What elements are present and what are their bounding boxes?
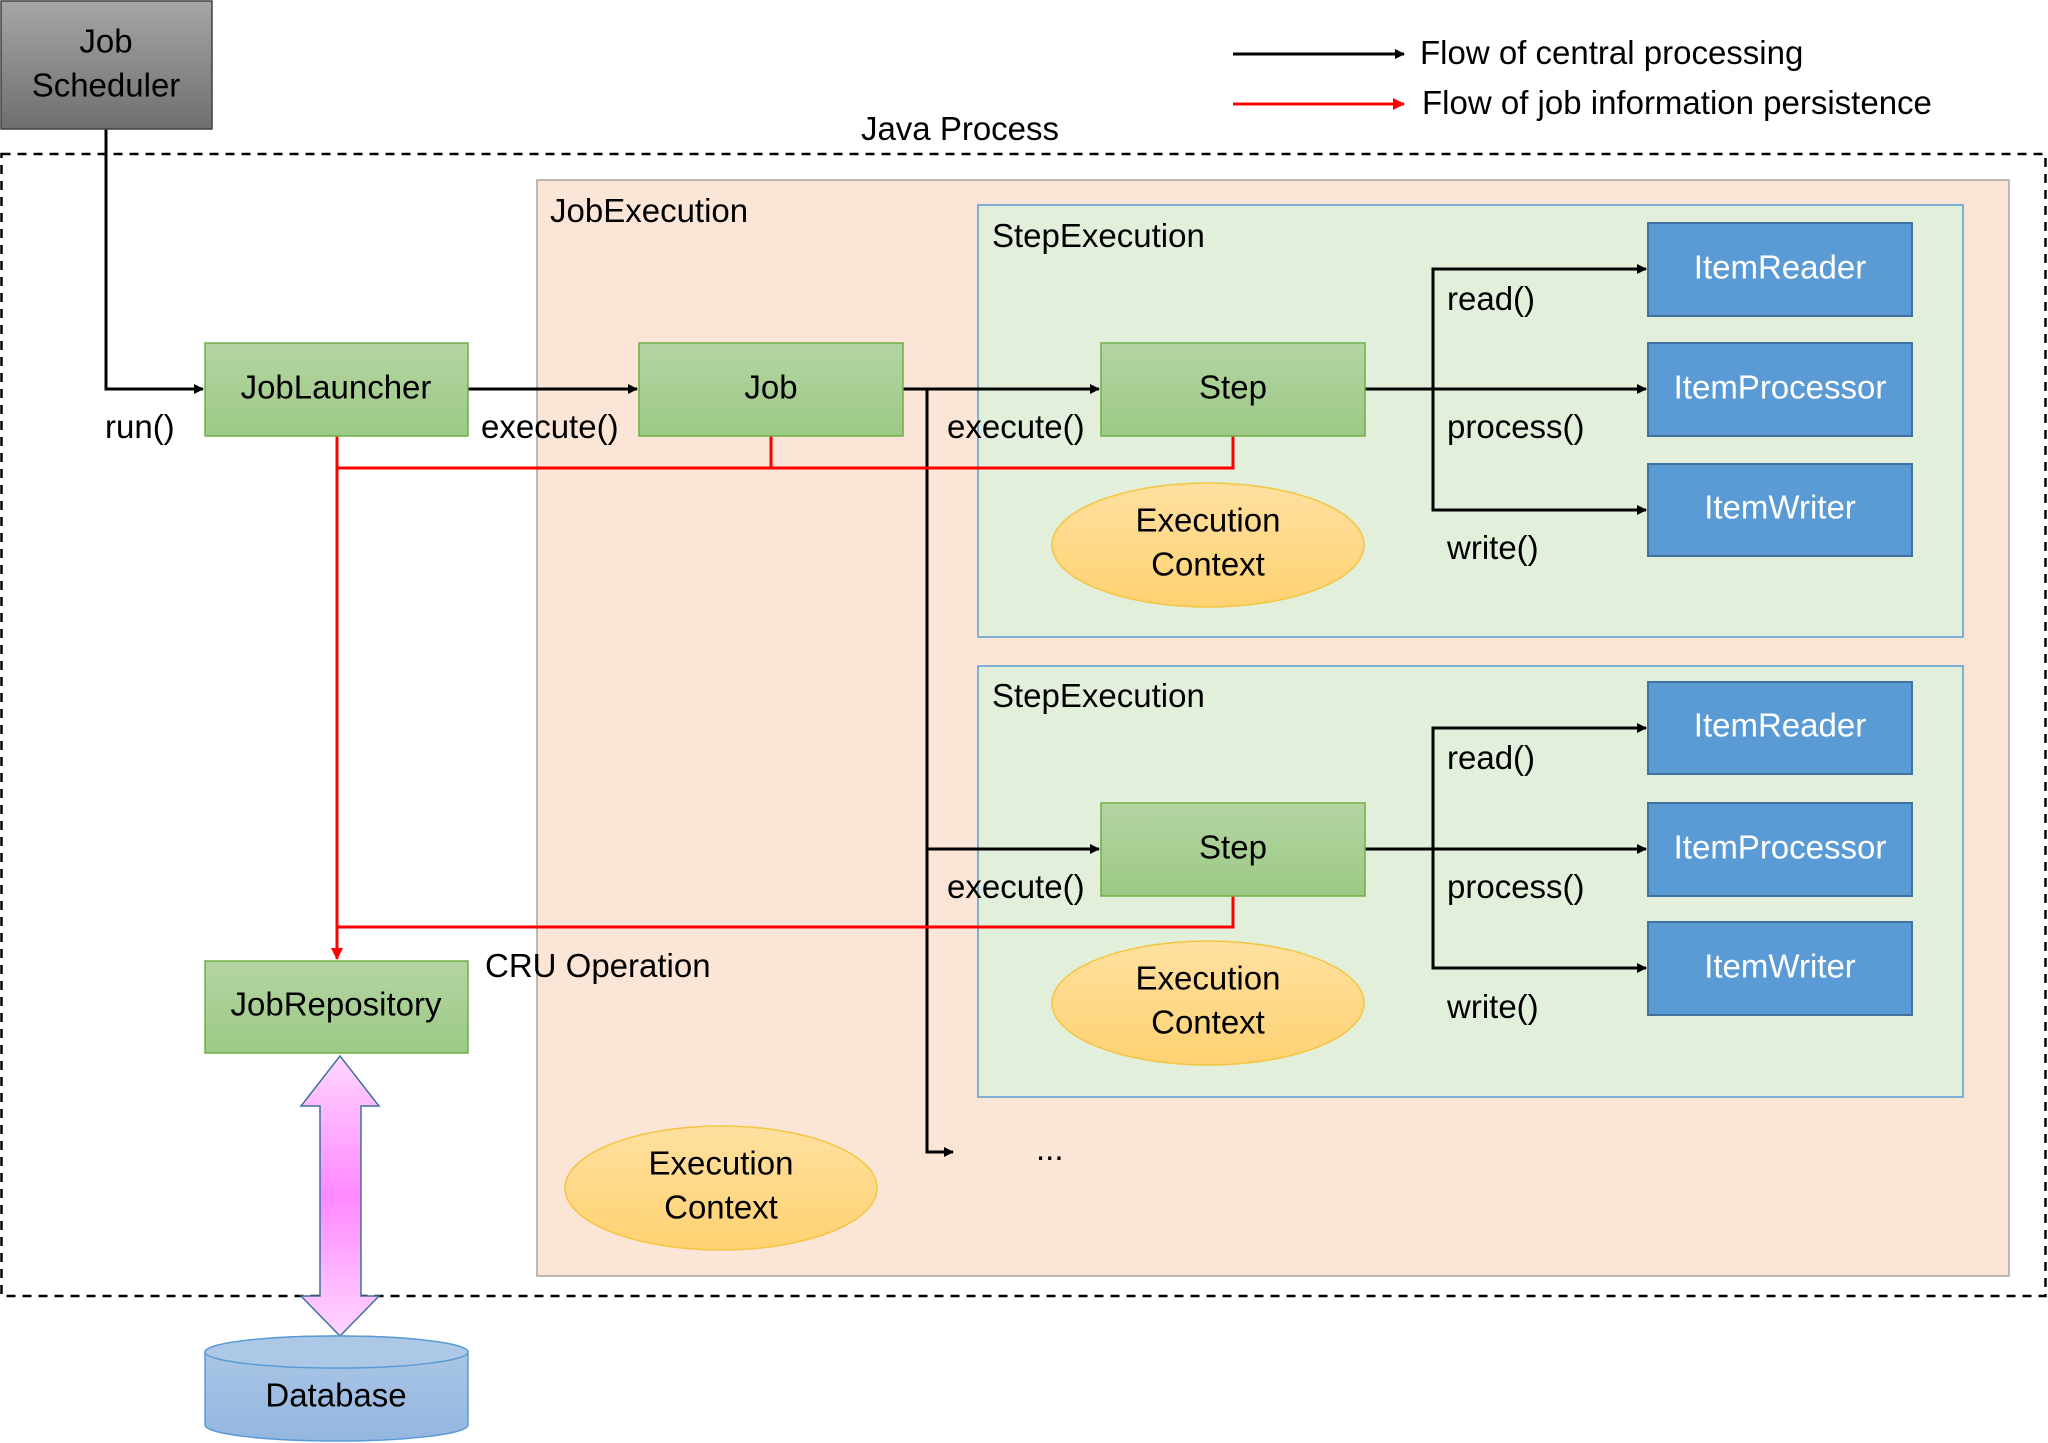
database-top: [204, 1335, 469, 1369]
job-repository: JobRepository: [204, 960, 469, 1054]
step-2-process-call-label: process(): [1447, 868, 1585, 905]
job-context-line1: Execution: [649, 1145, 794, 1182]
job-repository-label: JobRepository: [231, 986, 442, 1023]
step-1-item-reader-label: ItemReader: [1694, 249, 1866, 286]
step-1-item-processor: ItemProcessor: [1647, 342, 1913, 437]
database: Database: [204, 1335, 469, 1442]
step-2-execute-call-label: execute(): [947, 868, 1085, 905]
job-scheduler-line1: Job: [79, 23, 132, 60]
step-2-item-writer: ItemWriter: [1647, 921, 1913, 1016]
job-scheduler: Job Scheduler: [0, 0, 213, 130]
job-launcher-label: JobLauncher: [241, 369, 432, 406]
step-1: Step: [1100, 342, 1366, 437]
step-1-item-writer-label: ItemWriter: [1704, 489, 1856, 526]
step-2-label: Step: [1199, 829, 1267, 866]
legend-persistence-label: Flow of job information persistence: [1422, 84, 1932, 121]
step-2-execution-context: Execution Context: [1051, 940, 1365, 1066]
legend: Flow of central processing Flow of job i…: [1233, 34, 1932, 121]
job-scheduler-line2: Scheduler: [32, 67, 181, 104]
step-1-item-reader: ItemReader: [1647, 222, 1913, 317]
job-context-line2: Context: [664, 1189, 778, 1226]
step-2-item-processor-label: ItemProcessor: [1674, 829, 1887, 866]
job-scheduler-box: [0, 0, 213, 130]
step-2-read-call-label: read(): [1447, 739, 1535, 776]
step-2-item-writer-label: ItemWriter: [1704, 948, 1856, 985]
more-steps-ellipsis: ...: [1036, 1130, 1064, 1167]
repository-database-double-arrow: [299, 1054, 381, 1338]
step-1-context-line2: Context: [1151, 546, 1265, 583]
step-1-read-call-label: read(): [1447, 280, 1535, 317]
step-2-write-call-label: write(): [1446, 988, 1539, 1025]
legend-central-label: Flow of central processing: [1420, 34, 1803, 71]
job: Job: [638, 342, 904, 437]
step-2-item-reader-label: ItemReader: [1694, 707, 1866, 744]
job-execution-label: JobExecution: [550, 192, 748, 229]
step-1-item-writer: ItemWriter: [1647, 463, 1913, 557]
step-1-label: Step: [1199, 369, 1267, 406]
job-execute-call-label: execute(): [481, 408, 619, 445]
step-1-execute-call-label: execute(): [947, 408, 1085, 445]
step-2-item-processor: ItemProcessor: [1647, 802, 1913, 897]
step-1-execution-context: Execution Context: [1051, 482, 1365, 608]
step-2-context-line1: Execution: [1136, 960, 1281, 997]
step-1-write-call-label: write(): [1446, 529, 1539, 566]
job-launcher: JobLauncher: [204, 342, 469, 437]
job-label: Job: [744, 369, 797, 406]
cru-operation-label: CRU Operation: [485, 947, 711, 984]
job-execution-context: Execution Context: [564, 1125, 878, 1251]
step-execution-2-label: StepExecution: [992, 677, 1205, 714]
step-execution-1-label: StepExecution: [992, 217, 1205, 254]
step-1-process-call-label: process(): [1447, 408, 1585, 445]
run-call-label: run(): [105, 408, 175, 445]
architecture-diagram: Flow of central processing Flow of job i…: [0, 0, 2047, 1442]
scheduler-to-launcher-arrow: [104, 129, 204, 394]
step-1-context-line1: Execution: [1136, 502, 1281, 539]
step-1-item-processor-label: ItemProcessor: [1674, 369, 1887, 406]
step-2-context-line2: Context: [1151, 1004, 1265, 1041]
step-2-item-reader: ItemReader: [1647, 681, 1913, 775]
java-process-label: Java Process: [861, 110, 1059, 147]
database-label: Database: [265, 1377, 406, 1414]
step-2: Step: [1100, 802, 1366, 897]
